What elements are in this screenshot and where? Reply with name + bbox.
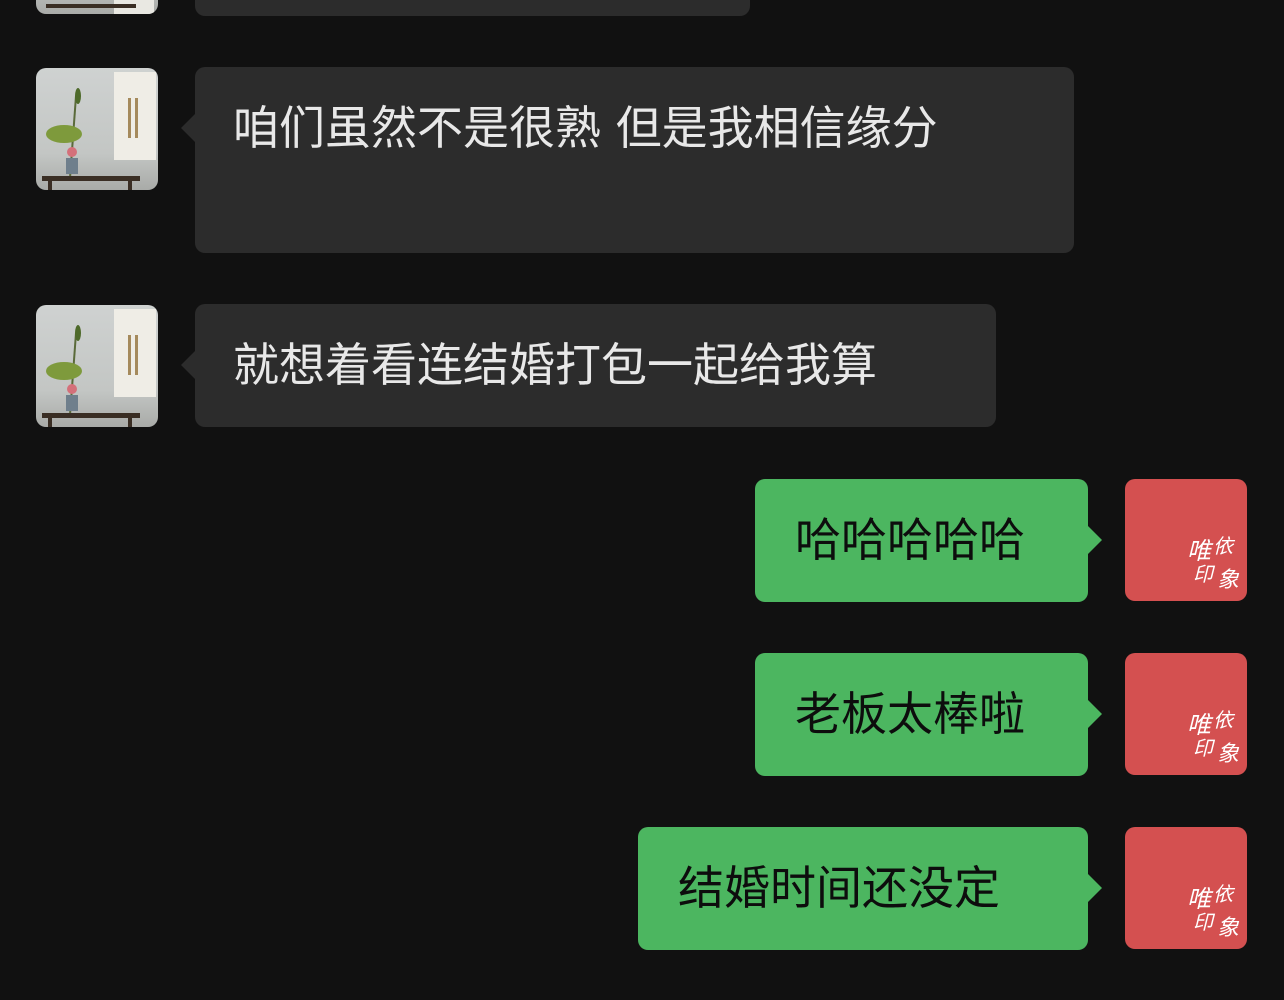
message-text: 结婚时间还没定 [678, 861, 1000, 915]
message-bubble-partial[interactable] [195, 0, 750, 16]
outgoing-message[interactable]: 哈哈哈哈哈 [755, 479, 1102, 602]
red-seal-icon: 唯 依 印 象 [1187, 534, 1240, 593]
seal-glyph-3: 印 [1193, 910, 1216, 934]
seal-glyph-2: 依 [1213, 534, 1236, 558]
red-seal-icon: 唯 依 印 象 [1187, 882, 1240, 941]
seal-glyph-2: 依 [1213, 708, 1236, 732]
ikebana-avatar-icon [42, 72, 156, 190]
incoming-message[interactable]: 咱们虽然不是很熟 但是我相信缘分 [181, 67, 1074, 253]
self-avatar[interactable]: 唯 依 印 象 [1125, 479, 1247, 601]
contact-avatar[interactable] [36, 68, 158, 190]
incoming-message[interactable]: 就想着看连结婚打包一起给我算 [181, 304, 996, 427]
ikebana-avatar-icon [46, 0, 154, 14]
red-seal-icon: 唯 依 印 象 [1187, 708, 1240, 767]
outgoing-message[interactable]: 结婚时间还没定 [638, 827, 1102, 950]
seal-glyph-3: 印 [1193, 736, 1216, 760]
seal-glyph-1: 唯 [1187, 885, 1214, 913]
seal-glyph-1: 唯 [1187, 537, 1214, 565]
message-text: 老板太棒啦 [795, 687, 1025, 741]
message-text: 就想着看连结婚打包一起给我算 [233, 338, 877, 392]
ikebana-avatar-icon [42, 309, 156, 427]
seal-glyph-4: 象 [1217, 568, 1240, 593]
contact-avatar-partial[interactable] [36, 0, 158, 14]
seal-glyph-3: 印 [1193, 562, 1216, 586]
message-text: 哈哈哈哈哈 [795, 513, 1025, 567]
self-avatar[interactable]: 唯 依 印 象 [1125, 653, 1247, 775]
contact-avatar[interactable] [36, 305, 158, 427]
seal-glyph-1: 唯 [1187, 711, 1214, 739]
seal-glyph-4: 象 [1217, 916, 1240, 941]
self-avatar[interactable]: 唯 依 印 象 [1125, 827, 1247, 949]
seal-glyph-2: 依 [1213, 882, 1236, 906]
message-text: 咱们虽然不是很熟 但是我相信缘分 [233, 101, 938, 155]
outgoing-message[interactable]: 老板太棒啦 [755, 653, 1102, 776]
seal-glyph-4: 象 [1217, 742, 1240, 767]
